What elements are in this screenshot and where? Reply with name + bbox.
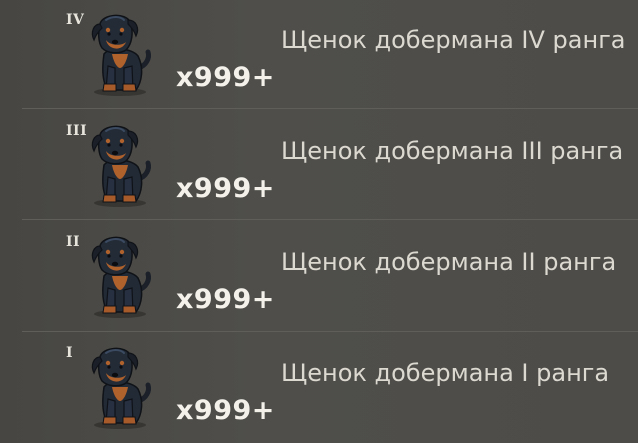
inventory-item[interactable]: II x999+ Щенок добермана II ранга	[0, 222, 638, 332]
item-name: Щенок добермана II ранга	[281, 248, 617, 276]
row-divider	[22, 219, 638, 220]
item-quantity: x999+	[176, 284, 275, 315]
item-name: Щенок добермана I ранга	[281, 359, 610, 387]
doberman-puppy-icon	[86, 232, 158, 318]
row-divider	[22, 108, 638, 109]
item-quantity: x999+	[176, 62, 275, 93]
inventory-item[interactable]: III x999+ Щенок добермана III ранга	[0, 111, 638, 221]
doberman-puppy-icon	[86, 343, 158, 429]
item-quantity: x999+	[176, 173, 275, 204]
item-quantity: x999+	[176, 395, 275, 426]
row-divider	[22, 331, 638, 332]
item-name: Щенок добермана IV ранга	[281, 26, 626, 54]
inventory-item[interactable]: IV x999+ Щенок добермана IV ранга	[0, 0, 638, 110]
doberman-puppy-icon	[86, 10, 158, 96]
inventory-list: IV x999+ Щенок добермана IV ранга III x9…	[0, 0, 638, 443]
doberman-puppy-icon	[86, 121, 158, 207]
item-name: Щенок добермана III ранга	[281, 137, 624, 165]
inventory-item[interactable]: I x999+ Щенок добермана I ранга	[0, 333, 638, 443]
